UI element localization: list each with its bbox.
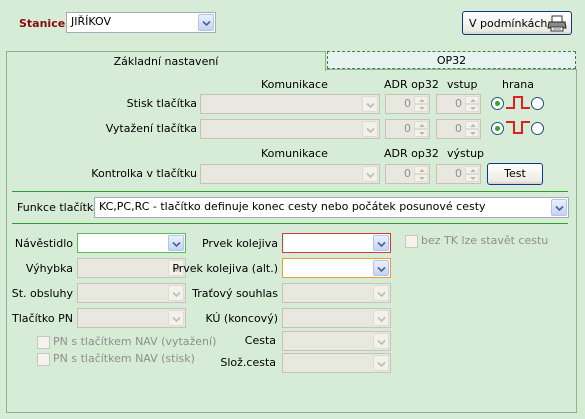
printer-icon <box>547 15 567 35</box>
falling-edge-icon <box>506 119 530 138</box>
indicator-comm-select[interactable] <box>200 164 380 184</box>
tab-basic-settings[interactable]: Základní nastavení <box>6 51 326 71</box>
switch-label: Výhybka <box>25 262 73 275</box>
end-track-select[interactable] <box>282 308 391 328</box>
release-adr-value: 0 <box>404 122 411 135</box>
track-element-select[interactable] <box>282 233 391 253</box>
function-value: KC,PC,RC - tlačítko definuje konec cesty… <box>99 200 486 213</box>
col-header-edge: hrana <box>502 78 534 91</box>
separator-bottom <box>12 223 568 224</box>
press-edge-rising-radio[interactable] <box>491 97 504 110</box>
indicator-adr-value: 0 <box>404 167 411 180</box>
chevron-down-icon[interactable] <box>362 121 378 137</box>
chevron-down-icon[interactable] <box>198 14 214 31</box>
track-element-alt-select[interactable] <box>282 258 391 278</box>
col-header-input: vstup <box>447 78 478 91</box>
chevron-down-icon[interactable] <box>373 310 389 326</box>
composite-route-label: Slož.cesta <box>220 356 276 369</box>
spin-down-icon[interactable] <box>465 129 479 137</box>
conditions-button-label: V podmínkách <box>469 17 548 30</box>
station-select[interactable]: JIŘÍKOV <box>66 12 216 33</box>
spin-up-icon[interactable] <box>465 166 479 174</box>
track-element-label: Prvek kolejiva <box>201 237 278 250</box>
line-consent-label: Traťový souhlas <box>192 287 278 300</box>
release-input-value: 0 <box>455 122 462 135</box>
test-button-label: Test <box>504 167 526 180</box>
indicator-adr-spin[interactable]: 0 <box>385 164 430 184</box>
route-select[interactable] <box>282 331 391 351</box>
pn-button-label: Tlačítko PN <box>12 312 73 325</box>
end-track-label: KÚ (koncový) <box>205 312 278 325</box>
press-edge-falling-radio[interactable] <box>531 97 544 110</box>
station-label: Stanice <box>19 17 66 30</box>
spin-down-icon[interactable] <box>414 129 428 137</box>
test-button[interactable]: Test <box>487 163 543 185</box>
chevron-down-icon[interactable] <box>373 333 389 349</box>
tab-basic-settings-label: Základní nastavení <box>113 55 219 68</box>
col-header-output: výstup <box>447 147 485 160</box>
pn-nav-press-checkbox[interactable] <box>37 353 50 366</box>
signal-label: Návěstidlo <box>14 237 73 250</box>
release-input-spin[interactable]: 0 <box>436 119 481 139</box>
function-label: Funkce tlačítka <box>17 201 100 214</box>
tab-op32-label: OP32 <box>436 54 467 67</box>
spin-down-icon[interactable] <box>465 104 479 112</box>
chevron-down-icon[interactable] <box>373 285 389 301</box>
press-label: Stisk tlačítka <box>126 97 197 110</box>
spin-up-icon[interactable] <box>465 96 479 104</box>
station-value: JIŘÍKOV <box>71 15 111 28</box>
no-tk-route-label: bez TK lze stavět cestu <box>421 234 549 247</box>
conditions-button[interactable]: V podmínkách <box>462 11 572 35</box>
col-header-comm-2: Komunikace <box>261 147 328 160</box>
col-header-adr-2: ADR op32 <box>384 147 439 160</box>
press-adr-value: 0 <box>404 97 411 110</box>
line-consent-select[interactable] <box>282 283 391 303</box>
release-edge-rising-radio[interactable] <box>491 122 504 135</box>
press-input-spin[interactable]: 0 <box>436 94 481 114</box>
route-label: Cesta <box>244 334 276 347</box>
control-station-label: St. obsluhy <box>11 287 73 300</box>
indicator-output-value: 0 <box>455 167 462 180</box>
spin-up-icon[interactable] <box>414 166 428 174</box>
press-input-value: 0 <box>455 97 462 110</box>
composite-route-select[interactable] <box>282 353 391 373</box>
release-label: Vytažení tlačítka <box>105 122 197 135</box>
spin-up-icon[interactable] <box>414 121 428 129</box>
chevron-down-icon[interactable] <box>551 199 567 216</box>
chevron-down-icon[interactable] <box>362 96 378 112</box>
release-adr-spin[interactable]: 0 <box>385 119 430 139</box>
spin-down-icon[interactable] <box>465 174 479 182</box>
function-select[interactable]: KC,PC,RC - tlačítko definuje konec cesty… <box>94 197 569 218</box>
indicator-output-spin[interactable]: 0 <box>436 164 481 184</box>
separator-top <box>12 191 568 192</box>
release-edge-falling-radio[interactable] <box>531 122 544 135</box>
chevron-down-icon[interactable] <box>373 235 389 251</box>
chevron-down-icon[interactable] <box>362 166 378 182</box>
spin-up-icon[interactable] <box>414 96 428 104</box>
spin-down-icon[interactable] <box>414 104 428 112</box>
release-comm-select[interactable] <box>200 119 380 139</box>
rising-edge-icon <box>506 94 530 113</box>
chevron-down-icon[interactable] <box>373 260 389 276</box>
pn-nav-release-checkbox[interactable] <box>37 336 50 349</box>
col-header-comm: Komunikace <box>261 78 328 91</box>
col-header-adr: ADR op32 <box>384 78 439 91</box>
press-comm-select[interactable] <box>200 94 380 114</box>
track-element-alt-label: Prvek kolejiva (alt.) <box>172 262 278 275</box>
indicator-label: Kontrolka v tlačítku <box>91 167 197 180</box>
no-tk-route-checkbox[interactable] <box>405 235 418 248</box>
tab-op32[interactable]: OP32 <box>327 51 576 69</box>
spin-down-icon[interactable] <box>414 174 428 182</box>
chevron-down-icon[interactable] <box>373 355 389 371</box>
press-adr-spin[interactable]: 0 <box>385 94 430 114</box>
spin-up-icon[interactable] <box>465 121 479 129</box>
